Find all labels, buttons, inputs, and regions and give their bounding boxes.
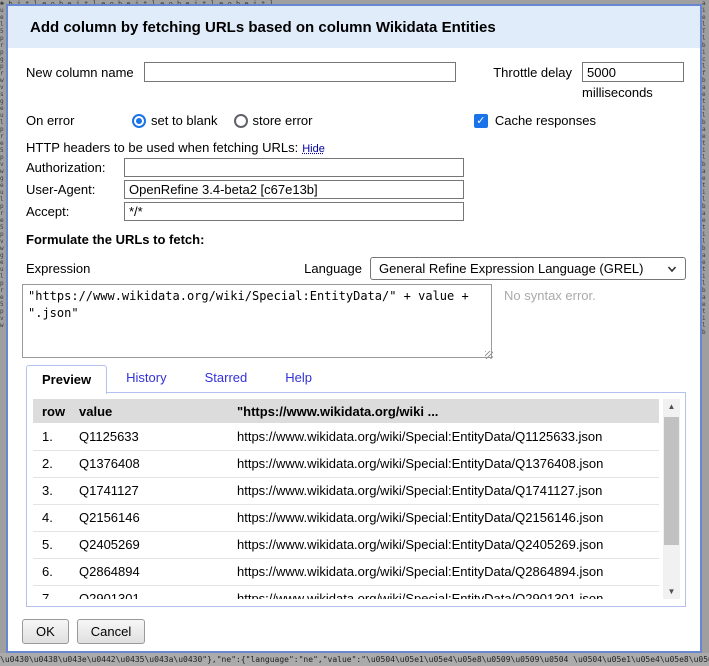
preview-panel: row value "https://www.wikidata.org/wiki… bbox=[26, 392, 686, 607]
column-header-url: "https://www.wikidata.org/wiki ... bbox=[233, 399, 659, 423]
preview-table: row value "https://www.wikidata.org/wiki… bbox=[33, 399, 659, 599]
cache-responses-label: Cache responses bbox=[495, 113, 596, 128]
row-index: 3. bbox=[33, 477, 75, 504]
table-row: 3. Q1741127 https://www.wikidata.org/wik… bbox=[33, 477, 659, 504]
new-column-name-label: New column name bbox=[26, 62, 134, 80]
chevron-down-icon bbox=[667, 264, 677, 274]
accept-input[interactable] bbox=[124, 202, 464, 221]
dialog-header: Add column by fetching URLs based on col… bbox=[8, 6, 700, 48]
http-headers-heading-row: HTTP headers to be used when fetching UR… bbox=[26, 140, 325, 155]
tab-help[interactable]: Help bbox=[266, 364, 331, 393]
checkbox-checked-icon: ✓ bbox=[474, 114, 488, 128]
http-headers-heading: HTTP headers to be used when fetching UR… bbox=[26, 140, 298, 155]
throttle-group: Throttle delay milliseconds bbox=[493, 62, 684, 100]
language-label: Language bbox=[304, 261, 362, 276]
radio-on-icon bbox=[132, 114, 146, 128]
row-value: Q1125633 bbox=[75, 423, 233, 450]
column-header-value: value bbox=[75, 399, 233, 423]
row-index: 4. bbox=[33, 504, 75, 531]
tab-starred[interactable]: Starred bbox=[186, 364, 267, 393]
row-index: 5. bbox=[33, 531, 75, 558]
throttle-delay-label: Throttle delay bbox=[493, 62, 572, 80]
radio-store-error[interactable]: store error bbox=[234, 113, 313, 128]
preview-tabs: Preview History Starred Help bbox=[26, 364, 331, 393]
expression-row: Expression Language General Refine Expre… bbox=[26, 257, 686, 280]
row-url: https://www.wikidata.org/wiki/Special:En… bbox=[233, 585, 659, 599]
syntax-status: No syntax error. bbox=[504, 288, 596, 303]
row-index: 7. bbox=[33, 585, 75, 599]
row-value: Q1741127 bbox=[75, 477, 233, 504]
ok-button[interactable]: OK bbox=[22, 619, 69, 644]
textarea-resize-grip[interactable] bbox=[485, 351, 493, 359]
throttle-delay-input[interactable] bbox=[582, 62, 684, 82]
background-page-right-sliver: a i e l T l b i c l f b a e t i l b a e … bbox=[702, 0, 709, 666]
authorization-input[interactable] bbox=[124, 158, 464, 177]
store-error-label: store error bbox=[253, 113, 313, 128]
table-row: 4. Q2156146 https://www.wikidata.org/wik… bbox=[33, 504, 659, 531]
row-url: https://www.wikidata.org/wiki/Special:En… bbox=[233, 531, 659, 558]
authorization-label: Authorization: bbox=[26, 160, 124, 175]
column-header-row: row bbox=[33, 399, 75, 423]
background-page-bottom-sliver: \u0430\u0438\u043e\u0442\u0435\u043a\u04… bbox=[0, 653, 709, 666]
table-row: 2. Q1376408 https://www.wikidata.org/wik… bbox=[33, 450, 659, 477]
tab-history[interactable]: History bbox=[107, 364, 185, 393]
row-value: Q2864894 bbox=[75, 558, 233, 585]
tab-preview[interactable]: Preview bbox=[26, 365, 107, 394]
row-url: https://www.wikidata.org/wiki/Special:En… bbox=[233, 477, 659, 504]
row-value: Q2405269 bbox=[75, 531, 233, 558]
new-column-name-input[interactable] bbox=[144, 62, 456, 82]
radio-off-icon bbox=[234, 114, 248, 128]
on-error-label: On error bbox=[26, 113, 132, 128]
radio-set-to-blank[interactable]: set to blank bbox=[132, 113, 218, 128]
preview-scrollbar[interactable]: ▲ ▼ bbox=[663, 399, 680, 599]
table-row: 1. Q1125633 https://www.wikidata.org/wik… bbox=[33, 423, 659, 450]
hide-link[interactable]: Hide bbox=[302, 143, 325, 155]
dialog-footer: OK Cancel bbox=[22, 619, 153, 644]
row-url: https://www.wikidata.org/wiki/Special:En… bbox=[233, 450, 659, 477]
user-agent-label: User-Agent: bbox=[26, 182, 124, 197]
table-row: 5. Q2405269 https://www.wikidata.org/wik… bbox=[33, 531, 659, 558]
row-url: https://www.wikidata.org/wiki/Special:En… bbox=[233, 504, 659, 531]
cancel-button[interactable]: Cancel bbox=[77, 619, 145, 644]
throttle-unit-label: milliseconds bbox=[582, 85, 684, 100]
row-value: Q2901301 bbox=[75, 585, 233, 599]
cache-responses-checkbox[interactable]: ✓ Cache responses bbox=[474, 113, 596, 128]
language-group: Language General Refine Expression Langu… bbox=[304, 257, 686, 280]
row-url: https://www.wikidata.org/wiki/Special:En… bbox=[233, 423, 659, 450]
add-column-fetch-urls-dialog: Add column by fetching URLs based on col… bbox=[6, 4, 702, 653]
user-agent-input[interactable] bbox=[124, 180, 464, 199]
scrollbar-up-arrow-icon[interactable]: ▲ bbox=[663, 399, 680, 414]
row-url: https://www.wikidata.org/wiki/Special:En… bbox=[233, 558, 659, 585]
http-headers-grid: Authorization: User-Agent: Accept: bbox=[26, 158, 464, 221]
set-to-blank-label: set to blank bbox=[151, 113, 218, 128]
expression-textarea[interactable]: "https://www.wikidata.org/wiki/Special:E… bbox=[22, 284, 492, 358]
table-row: 7. Q2901301 https://www.wikidata.org/wik… bbox=[33, 585, 659, 599]
language-select[interactable]: General Refine Expression Language (GREL… bbox=[370, 257, 686, 280]
scrollbar-down-arrow-icon[interactable]: ▼ bbox=[663, 584, 680, 599]
dialog-title: Add column by fetching URLs based on col… bbox=[30, 19, 496, 36]
new-column-row: New column name Throttle delay milliseco… bbox=[26, 62, 684, 100]
row-index: 1. bbox=[33, 423, 75, 450]
accept-label: Accept: bbox=[26, 204, 124, 219]
scrollbar-thumb[interactable] bbox=[664, 417, 679, 545]
expression-label: Expression bbox=[26, 261, 90, 276]
row-value: Q1376408 bbox=[75, 450, 233, 477]
language-select-value: General Refine Expression Language (GREL… bbox=[379, 261, 667, 276]
preview-table-scroll-area: row value "https://www.wikidata.org/wiki… bbox=[33, 399, 659, 599]
row-index: 2. bbox=[33, 450, 75, 477]
on-error-row: On error set to blank store error ✓ Cach… bbox=[26, 113, 684, 128]
preview-table-header: row value "https://www.wikidata.org/wiki… bbox=[33, 399, 659, 423]
table-row: 6. Q2864894 https://www.wikidata.org/wik… bbox=[33, 558, 659, 585]
row-index: 6. bbox=[33, 558, 75, 585]
formulate-heading: Formulate the URLs to fetch: bbox=[26, 232, 204, 247]
row-value: Q2156146 bbox=[75, 504, 233, 531]
